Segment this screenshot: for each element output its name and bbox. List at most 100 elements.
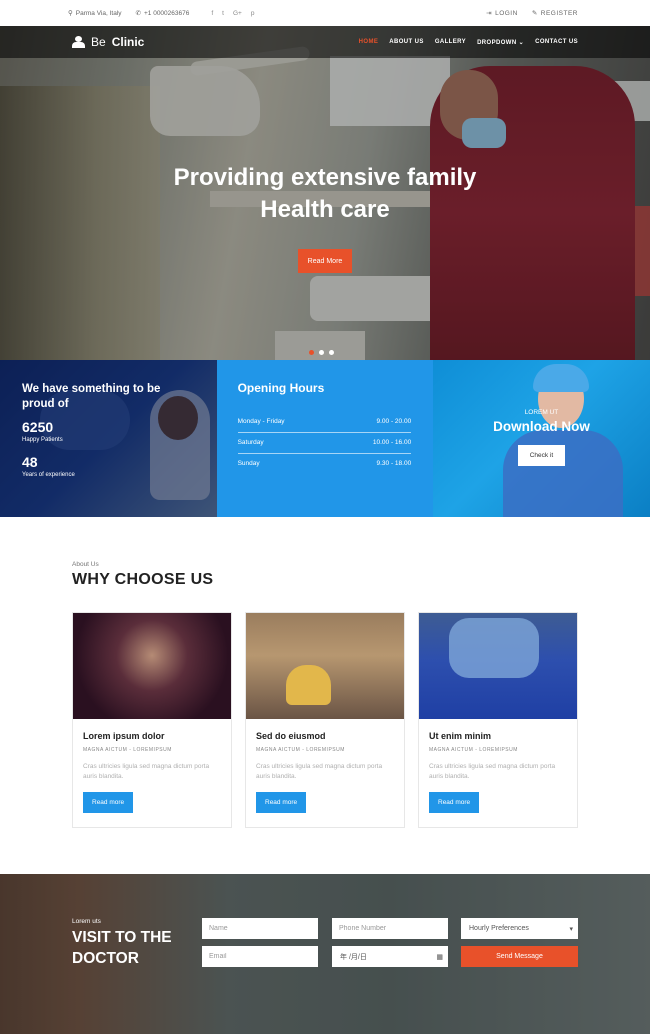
check-it-button[interactable]: Check it	[517, 445, 566, 466]
years-count: 48	[22, 454, 38, 470]
menu-item-about-us[interactable]: ABOUT US	[389, 39, 424, 46]
main-navbar: Be Clinic HOME ABOUT US GALLERY DROPDOWN …	[0, 26, 650, 58]
hero-heading-line2: Health care	[260, 196, 390, 223]
card-description: Cras ultricies ligula sed magna dictum p…	[83, 763, 210, 780]
menu-item-gallery[interactable]: GALLERY	[435, 39, 466, 46]
card-meta: MAGNA AICTUM - LOREMIPSUM	[256, 747, 345, 753]
hero-heading-line1: Providing extensive family	[173, 164, 477, 191]
years-label: Years of experience	[22, 472, 75, 478]
service-card: Sed do eiusmod MAGNA AICTUM - LOREMIPSUM…	[245, 612, 405, 828]
calendar-icon: ▦	[436, 953, 443, 961]
appointment-section: Lorem uts VISIT TO THE DOCTOR Hourly Pre…	[0, 874, 650, 1034]
dental-chair-shape	[286, 665, 331, 705]
slider-dot-2[interactable]	[319, 350, 324, 355]
pinterest-icon[interactable]: p	[251, 10, 255, 17]
top-bar-right: ⇥ LOGIN ✎ REGISTER	[486, 9, 578, 18]
card-image	[73, 613, 231, 719]
card-meta: MAGNA AICTUM - LOREMIPSUM	[83, 747, 172, 753]
hero-slider: Be Clinic HOME ABOUT US GALLERY DROPDOWN …	[0, 26, 650, 360]
login-link[interactable]: ⇥ LOGIN	[486, 9, 518, 18]
section-eyebrow: About Us	[72, 561, 99, 568]
surgeon-shape	[449, 618, 539, 678]
logo-text-be: Be	[91, 35, 106, 49]
patients-label: Happy Patients	[22, 437, 63, 443]
card-read-more-button[interactable]: Read more	[83, 792, 134, 813]
top-bar: ⚲ Parma Via, Italy ✆ +1 0000263676 f t G…	[0, 0, 650, 26]
hero-heading: Providing extensive family Health care	[0, 162, 650, 226]
phone: ✆ +1 0000263676	[135, 9, 190, 18]
logo[interactable]: Be Clinic	[72, 35, 144, 49]
main-menu: HOME ABOUT US GALLERY DROPDOWN ⌄ CONTACT…	[359, 39, 578, 46]
service-card: Lorem ipsum dolor MAGNA AICTUM - LOREMIP…	[72, 612, 232, 828]
hours-row: Sunday 9.30 - 18.00	[238, 454, 412, 474]
login-label: LOGIN	[495, 9, 518, 17]
map-pin-icon: ⚲	[68, 10, 73, 17]
card-body: Sed do eiusmod MAGNA AICTUM - LOREMIPSUM…	[246, 719, 404, 813]
appointment-eyebrow: Lorem uts	[72, 918, 101, 925]
card-title[interactable]: Lorem ipsum dolor	[83, 731, 221, 741]
hours-row: Saturday 10.00 - 16.00	[237, 433, 412, 454]
top-bar-left: ⚲ Parma Via, Italy ✆ +1 0000263676 f t G…	[68, 9, 254, 18]
location-text: Parma Via, Italy	[75, 9, 122, 17]
feature-boxes: We have something to be proud of 6250 Ha…	[0, 360, 650, 517]
appointment-title-line1: VISIT TO THE	[72, 929, 172, 946]
email-input[interactable]	[202, 946, 318, 967]
logo-text-clinic: Clinic	[111, 35, 145, 49]
google-plus-icon[interactable]: G+	[233, 10, 242, 17]
select-value: Hourly Preferences	[469, 925, 529, 932]
appointment-title: VISIT TO THE DOCTOR	[72, 927, 172, 969]
download-eyebrow: LOREM UT	[524, 409, 559, 416]
phone-input[interactable]	[332, 918, 448, 939]
stats-content: We have something to be proud of 6250 Ha…	[22, 382, 182, 478]
hourly-preferences-select[interactable]: Hourly Preferences ▾	[461, 918, 578, 939]
card-image	[246, 613, 404, 719]
hero-read-more-button[interactable]: Read More	[298, 249, 352, 273]
patients-count: 6250	[22, 419, 54, 435]
phone-icon: ✆	[135, 10, 141, 17]
appointment-title-line2: DOCTOR	[72, 950, 139, 967]
menu-item-dropdown[interactable]: DROPDOWN ⌄	[477, 39, 524, 46]
cards-row: Lorem ipsum dolor MAGNA AICTUM - LOREMIP…	[72, 612, 578, 828]
opening-hours-box: Opening Hours Monday - Friday 9.00 - 20.…	[216, 360, 434, 517]
stats-box: We have something to be proud of 6250 Ha…	[0, 360, 217, 517]
menu-item-home[interactable]: HOME	[359, 39, 379, 46]
slider-dot-1[interactable]	[309, 350, 314, 355]
dropdown-label: DROPDOWN	[477, 39, 517, 46]
register-icon: ✎	[531, 10, 538, 17]
section-title: WHY CHOOSE US	[72, 571, 214, 588]
caret-down-icon: ▾	[569, 925, 573, 933]
card-description: Cras ultricies ligula sed magna dictum p…	[429, 763, 556, 780]
name-input[interactable]	[202, 918, 318, 939]
download-box: LOREM UT Download Now Check it	[433, 360, 650, 517]
card-body: Lorem ipsum dolor MAGNA AICTUM - LOREMIP…	[73, 719, 231, 813]
hours-day: Sunday	[237, 460, 260, 467]
hours-day: Saturday	[237, 439, 264, 446]
card-title[interactable]: Sed do eiusmod	[256, 731, 394, 741]
download-bg-nurse-cap	[533, 364, 590, 392]
login-icon: ⇥	[486, 10, 493, 17]
card-read-more-button[interactable]: Read more	[429, 792, 480, 813]
facebook-icon[interactable]: f	[211, 10, 213, 17]
phone-text: +1 0000263676	[143, 9, 190, 17]
date-input[interactable]: 年 /月/日 ▦	[332, 946, 448, 967]
stats-title: We have something to be proud of	[22, 383, 161, 410]
card-read-more-button[interactable]: Read more	[256, 792, 307, 813]
menu-item-contact-us[interactable]: CONTACT US	[535, 39, 578, 46]
social-links: f t G+ p	[211, 10, 254, 17]
hours-day: Monday - Friday	[237, 418, 285, 425]
hours-time: 9.00 - 20.00	[376, 418, 412, 425]
send-message-button[interactable]: Send Message	[461, 946, 578, 967]
register-link[interactable]: ✎ REGISTER	[531, 9, 578, 18]
slider-dot-3[interactable]	[329, 350, 334, 355]
hours-time: 9.30 - 18.00	[376, 460, 412, 467]
chevron-down-icon: ⌄	[518, 39, 525, 46]
doctor-icon	[72, 36, 85, 48]
card-body: Ut enim minim MAGNA AICTUM - LOREMIPSUM …	[419, 719, 577, 813]
twitter-icon[interactable]: t	[222, 10, 224, 17]
appointment-heading: Lorem uts VISIT TO THE DOCTOR	[72, 918, 172, 969]
card-title[interactable]: Ut enim minim	[429, 731, 567, 741]
opening-hours-title: Opening Hours	[237, 381, 325, 395]
slider-dots	[309, 350, 334, 355]
card-image	[419, 613, 577, 719]
hours-row: Monday - Friday 9.00 - 20.00	[237, 412, 412, 433]
